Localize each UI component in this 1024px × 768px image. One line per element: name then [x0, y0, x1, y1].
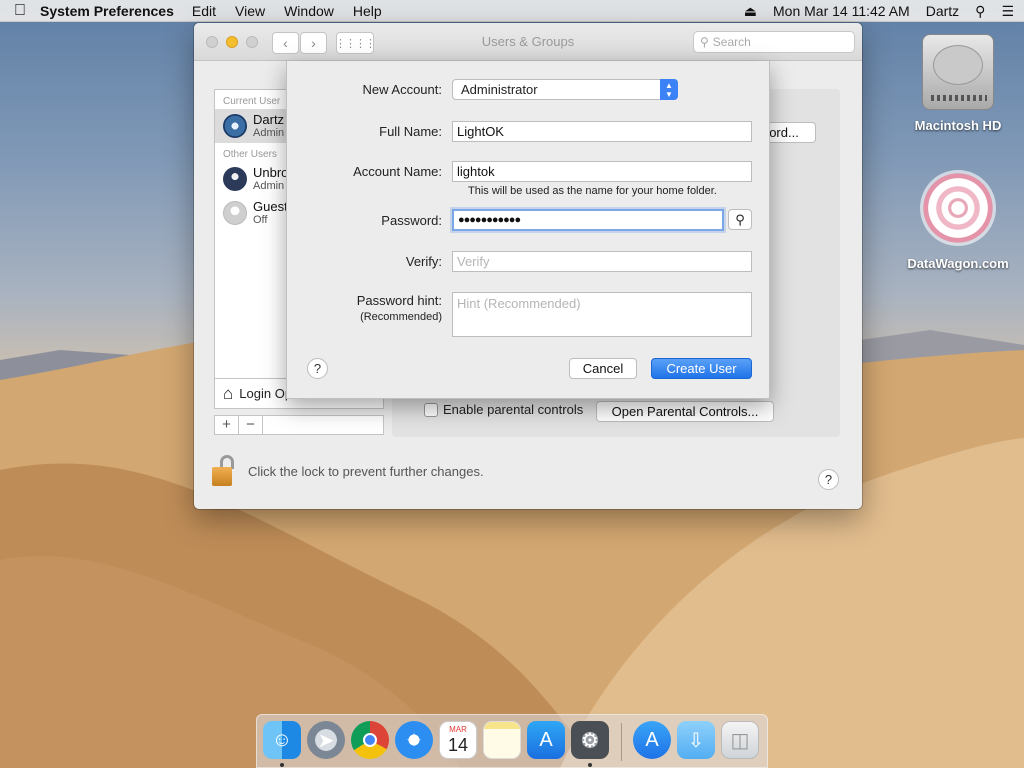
- launchpad-icon[interactable]: ➤: [307, 721, 345, 759]
- app-store-icon[interactable]: A: [527, 721, 565, 759]
- title-bar: ‹ › ⋮⋮⋮⋮ Users & Groups ⚲ Search: [194, 23, 862, 61]
- password-hint-label: Password hint:: [356, 293, 442, 308]
- calendar-day: 14: [447, 735, 469, 755]
- parental-controls-checkbox[interactable]: [424, 402, 438, 417]
- user-role: Admin: [253, 180, 285, 192]
- eject-icon[interactable]: ⏏: [744, 3, 757, 20]
- chrome-icon[interactable]: [351, 721, 389, 759]
- verify-field[interactable]: Verify: [452, 251, 752, 272]
- menu-edit[interactable]: Edit: [192, 3, 216, 19]
- add-user-button[interactable]: +: [215, 416, 239, 434]
- desktop-item-macintosh-hd[interactable]: Macintosh HD: [903, 34, 1013, 133]
- desktop-item-datawagon[interactable]: DataWagon.com: [903, 170, 1013, 271]
- safari-icon[interactable]: ✦: [395, 721, 433, 759]
- guest-user-icon: [223, 201, 247, 225]
- menu-help[interactable]: Help: [353, 3, 382, 19]
- search-field[interactable]: ⚲ Search: [693, 31, 855, 53]
- app-store-downloads-icon[interactable]: A: [633, 721, 671, 759]
- running-indicator: [588, 763, 592, 767]
- add-remove-bar: + −: [214, 415, 384, 435]
- finder-icon[interactable]: ☺: [263, 721, 301, 759]
- running-indicator: [280, 763, 284, 767]
- clock[interactable]: Mon Mar 14 11:42 AM: [773, 3, 910, 19]
- datawagon-logo-icon: [920, 170, 996, 246]
- user-name: Dartz: [253, 112, 285, 127]
- user-menu[interactable]: Dartz: [926, 3, 959, 19]
- trash-icon[interactable]: ◫: [721, 721, 759, 759]
- desktop-item-label: Macintosh HD: [914, 118, 1002, 133]
- user-role: Off: [253, 214, 268, 226]
- spotlight-search-icon[interactable]: ⚲: [975, 3, 985, 20]
- app-menu[interactable]: System Preferences: [40, 3, 174, 19]
- downloads-folder-icon[interactable]: ⇩: [677, 721, 715, 759]
- remove-user-button[interactable]: −: [239, 416, 263, 434]
- popup-arrows-icon: ▲ ▼: [660, 79, 678, 100]
- cancel-button[interactable]: Cancel: [569, 358, 637, 379]
- calendar-icon[interactable]: MAR 14: [439, 721, 477, 759]
- account-name-field[interactable]: lightok: [452, 161, 752, 182]
- user-name: Guest: [253, 199, 288, 214]
- menu-view[interactable]: View: [235, 3, 265, 19]
- dock: ☺ ➤ ✦ MAR 14 A ⚙ A ⇩ ◫: [256, 714, 768, 768]
- sheet-help-button[interactable]: ?: [307, 358, 328, 379]
- user-name: Unbro: [253, 165, 289, 180]
- verify-label: Verify:: [405, 254, 442, 269]
- account-name-label: Account Name:: [353, 164, 442, 179]
- calendar-month: MAR: [449, 725, 467, 734]
- parental-controls-label: Enable parental controls: [443, 402, 584, 417]
- search-icon: ⚲: [700, 35, 709, 49]
- dock-divider: [621, 723, 622, 761]
- password-label: Password:: [381, 213, 442, 228]
- open-parental-controls-button[interactable]: Open Parental Controls...: [596, 401, 774, 422]
- notes-icon[interactable]: [483, 721, 521, 759]
- account-name-hint: This will be used as the name for your h…: [468, 185, 717, 197]
- full-name-label: Full Name:: [379, 124, 442, 139]
- password-hint-field[interactable]: Hint (Recommended): [452, 292, 752, 337]
- menu-bar:  System Preferences Edit View Window He…: [0, 0, 1024, 22]
- password-assistant-key-icon[interactable]: ⚲: [728, 209, 752, 230]
- parental-controls-row: Enable parental controls: [424, 402, 583, 417]
- account-type-value: Administrator: [461, 82, 538, 97]
- search-placeholder: Search: [712, 35, 751, 49]
- apple-menu-icon[interactable]: : [0, 2, 40, 20]
- user-role: Admin: [253, 127, 285, 139]
- account-type-popup[interactable]: Administrator ▲ ▼: [452, 79, 678, 100]
- notification-center-icon[interactable]: ☰: [1001, 3, 1014, 20]
- full-name-field[interactable]: LightOK: [452, 121, 752, 142]
- house-icon: ⌂: [223, 383, 234, 403]
- password-field[interactable]: ●●●●●●●●●●●: [452, 209, 724, 231]
- new-account-label: New Account:: [362, 82, 443, 97]
- avatar: [223, 167, 247, 191]
- avatar: [223, 114, 247, 138]
- create-user-button[interactable]: Create User: [651, 358, 752, 379]
- new-account-sheet: New Account: Administrator ▲ ▼ Full Name:…: [286, 61, 770, 399]
- lock-text: Click the lock to prevent further change…: [248, 463, 484, 479]
- hard-drive-icon: [922, 34, 994, 110]
- system-preferences-icon[interactable]: ⚙: [571, 721, 609, 759]
- password-hint-sublabel: (Recommended): [360, 311, 442, 323]
- unlocked-lock-icon[interactable]: [212, 455, 236, 487]
- menu-window[interactable]: Window: [284, 3, 334, 19]
- desktop-item-label: DataWagon.com: [907, 256, 1009, 271]
- lock-bar: Click the lock to prevent further change…: [212, 455, 484, 487]
- help-button[interactable]: ?: [818, 469, 839, 490]
